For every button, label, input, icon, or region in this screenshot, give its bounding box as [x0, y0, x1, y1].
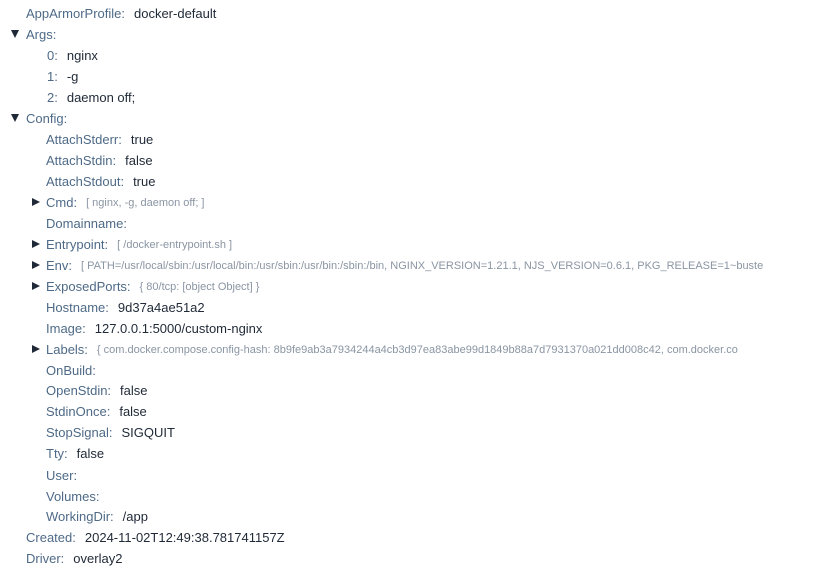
config-labels[interactable]: Labels: { com.docker.compose.config-hash… [46, 339, 738, 360]
tree-node-driver: Driver: overlay2 [26, 548, 122, 567]
config-onbuild: OnBuild: [46, 360, 105, 381]
caret-right-icon[interactable] [31, 239, 41, 249]
node-value: false [119, 404, 147, 419]
node-key: Args: [26, 27, 57, 42]
caret-right-icon[interactable] [31, 260, 41, 270]
node-key: Env: [46, 258, 73, 273]
node-key: OnBuild: [46, 363, 96, 378]
node-value: /app [122, 509, 148, 524]
config-tty: Tty: false [46, 443, 104, 464]
caret-down-icon[interactable] [10, 113, 20, 123]
node-summary: [ nginx, -g, daemon off; ] [86, 197, 205, 209]
config-hostname: Hostname: 9d37a4ae51a2 [46, 297, 205, 318]
node-summary: { 80/tcp: [object Object] } [139, 281, 260, 293]
tree-node-config[interactable]: Config: [26, 108, 76, 129]
node-key: Driver: [26, 551, 65, 566]
node-key: AppArmorProfile: [26, 6, 125, 21]
node-value: false [76, 446, 105, 461]
node-value: 2024-11-02T12:49:38.781741157Z [84, 530, 285, 545]
node-key: Domainname: [46, 216, 127, 231]
node-value: 127.0.0.1:5000/custom-nginx [94, 321, 263, 336]
node-key: 1: [47, 69, 58, 84]
node-value: true [130, 132, 154, 147]
node-value: false [125, 153, 153, 168]
node-key: ExposedPorts: [46, 279, 131, 294]
node-key: Hostname: [46, 300, 109, 315]
config-user: User: [46, 465, 86, 486]
node-summary: [ PATH=/usr/local/sbin:/usr/local/bin:/u… [81, 260, 764, 272]
node-key: Tty: [46, 446, 68, 461]
node-value: true [133, 174, 156, 189]
node-key: Labels: [46, 342, 88, 357]
node-value: SIGQUIT [121, 425, 175, 440]
node-value: overlay2 [73, 551, 123, 566]
config-working-dir: WorkingDir: /app [46, 506, 148, 527]
config-stop-signal: StopSignal: SIGQUIT [46, 422, 175, 443]
config-env[interactable]: Env: [ PATH=/usr/local/sbin:/usr/local/b… [46, 255, 763, 276]
config-cmd[interactable]: Cmd: [ nginx, -g, daemon off; ] [46, 192, 204, 213]
args-item-1: 1: -g [47, 66, 78, 87]
config-open-stdin: OpenStdin: false [46, 380, 148, 401]
config-attach-stdout: AttachStdout: true [46, 171, 155, 192]
node-key: Image: [46, 321, 86, 336]
node-value: false [120, 383, 148, 398]
node-value: daemon off; [66, 90, 136, 105]
caret-right-icon[interactable] [31, 281, 41, 291]
node-key: OpenStdin: [46, 383, 112, 398]
node-key: AttachStderr: [46, 132, 122, 147]
node-value: 9d37a4ae51a2 [117, 300, 205, 315]
node-key: User: [46, 468, 78, 483]
node-key: Cmd: [46, 195, 78, 210]
node-key: AttachStdin: [46, 153, 117, 168]
tree-node-args[interactable]: Args: [26, 24, 65, 45]
node-summary: [ /docker-entrypoint.sh ] [117, 239, 233, 251]
config-attach-stdin: AttachStdin: false [46, 150, 153, 171]
node-key: Created: [26, 530, 76, 545]
node-key: 2: [47, 90, 58, 105]
caret-right-icon[interactable] [31, 197, 41, 207]
node-value: -g [66, 69, 79, 84]
config-entrypoint[interactable]: Entrypoint: [ /docker-entrypoint.sh ] [46, 234, 232, 255]
caret-down-icon[interactable] [10, 29, 20, 39]
node-key: Config: [26, 111, 68, 126]
config-attach-stderr: AttachStderr: true [46, 129, 153, 150]
args-item-2: 2: daemon off; [47, 87, 135, 108]
node-key: WorkingDir: [46, 509, 114, 524]
tree-node-created: Created: 2024-11-02T12:49:38.781741157Z [26, 527, 285, 548]
node-value: nginx [66, 48, 98, 63]
args-item-0: 0: nginx [47, 45, 98, 66]
node-key: 0: [47, 48, 58, 63]
node-key: Volumes: [46, 489, 100, 504]
caret-right-icon[interactable] [31, 344, 41, 354]
node-summary: { com.docker.compose.config-hash: 8b9fe9… [96, 344, 738, 356]
config-image: Image: 127.0.0.1:5000/custom-nginx [46, 318, 262, 339]
config-exposed-ports[interactable]: ExposedPorts: { 80/tcp: [object Object] … [46, 276, 259, 297]
tree-node-apparmor-profile: AppArmorProfile: docker-default [26, 3, 216, 24]
node-key: Entrypoint: [46, 237, 109, 252]
node-key: AttachStdout: [46, 174, 125, 189]
config-volumes: Volumes: [46, 486, 108, 507]
config-domainname: Domainname: [46, 213, 136, 234]
config-stdin-once: StdinOnce: false [46, 401, 147, 422]
node-value: docker-default [133, 6, 217, 21]
node-key: StdinOnce: [46, 404, 111, 419]
node-key: StopSignal: [46, 425, 113, 440]
